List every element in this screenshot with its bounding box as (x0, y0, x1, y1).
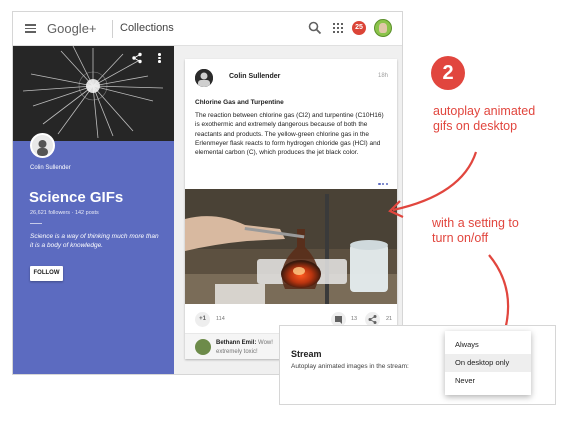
more-options-icon[interactable] (158, 52, 162, 64)
annotation-line: turn on/off (432, 231, 489, 245)
annotation-line: gifs on desktop (433, 119, 518, 133)
topbar-divider (112, 20, 113, 38)
notifications-badge[interactable]: 25 (352, 21, 366, 35)
option-always[interactable]: Always (445, 336, 531, 354)
collection-panel: Colin Sullender Science GIFs 26,621 foll… (13, 46, 174, 374)
post-author-name[interactable]: Colin Sullender (229, 73, 280, 80)
settings-title: Stream (291, 349, 322, 359)
collection-cover-image (13, 46, 174, 141)
account-avatar[interactable] (374, 19, 392, 37)
owner-avatar[interactable] (30, 133, 55, 158)
apps-grid-icon[interactable] (333, 23, 343, 33)
comment-count: 13 (351, 316, 358, 322)
search-icon[interactable] (308, 21, 322, 35)
autoplay-dropdown[interactable]: Always On desktop only Never (445, 331, 531, 395)
annotation-line: autoplay animated (433, 104, 536, 118)
arrow-to-image (392, 151, 478, 212)
post-body: The reaction between chlorine gas (Cl2) … (195, 112, 384, 157)
post-card: Colin Sullender 18h Chlorine Gas and Tur… (185, 59, 397, 359)
follow-button[interactable]: FOLLOW (30, 266, 63, 281)
commenter-name: Bethann Emil: (216, 340, 257, 346)
collection-description: Science is a way of thinking much more t… (30, 233, 159, 249)
google-plus-window: Google+ Collections 25 Colin Sullender S… (12, 11, 403, 375)
google-plus-logo[interactable]: Google+ (47, 21, 97, 36)
page-title: Collections (120, 22, 174, 34)
step-number-badge: 2 (431, 56, 465, 90)
owner-name[interactable]: Colin Sullender (30, 165, 71, 171)
option-never[interactable]: Never (445, 372, 531, 390)
top-app-bar: Google+ Collections 25 (13, 12, 402, 46)
post-animated-image[interactable] (185, 189, 397, 304)
settings-description: Autoplay animated images in the stream: (291, 363, 409, 370)
annotation-line: with a setting to (432, 216, 519, 230)
plus-one-button[interactable]: +1 (195, 312, 210, 327)
option-on-desktop-only[interactable]: On desktop only (445, 354, 531, 372)
menu-icon[interactable] (25, 24, 36, 33)
post-title: Chlorine Gas and Turpentine (195, 99, 284, 106)
share-count: 21 (386, 316, 393, 322)
post-author-avatar[interactable] (195, 69, 213, 87)
share-icon[interactable] (131, 52, 143, 64)
annotation-setting: with a setting to turn on/off (432, 216, 519, 246)
plus-one-count: 114 (216, 316, 225, 322)
collection-title: Science GIFs (29, 189, 124, 206)
collection-stats: 26,621 followers · 142 posts (30, 210, 99, 216)
read-more-icon[interactable] (378, 172, 390, 185)
divider (30, 223, 42, 224)
post-timestamp: 18h (378, 73, 389, 79)
crystal-burst-image (13, 46, 174, 141)
commenter-avatar (195, 339, 211, 355)
annotation-autoplay: autoplay animated gifs on desktop (433, 104, 535, 134)
